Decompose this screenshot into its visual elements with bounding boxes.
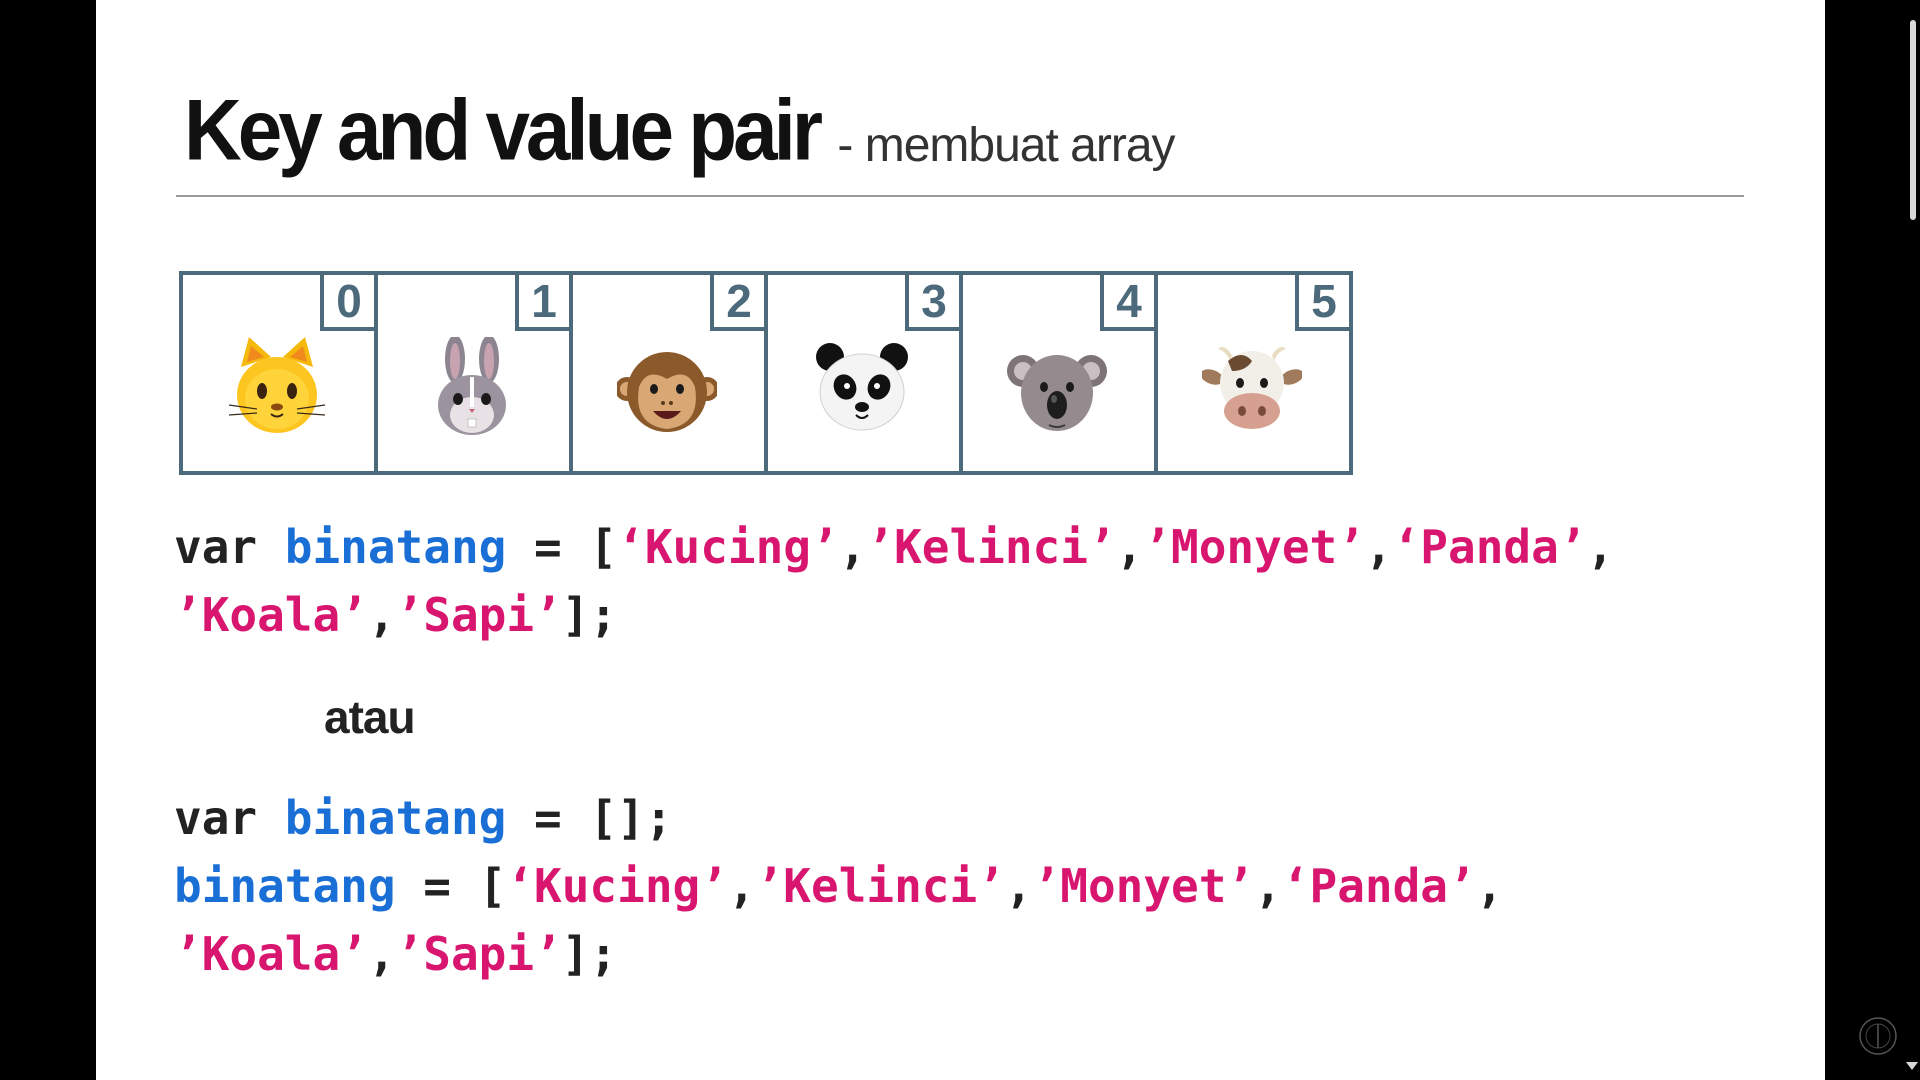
array-diagram: 0 1 2 3 4 5 — [179, 271, 1373, 475]
code-comma: , — [1115, 520, 1144, 574]
code-operator: = []; — [506, 791, 673, 845]
code-identifier: binatang — [174, 859, 396, 913]
cow-face-icon — [1202, 347, 1302, 429]
code-line: ’Koala’,’Sapi’]; — [174, 927, 617, 981]
code-string: ‘Panda’ — [1281, 859, 1476, 913]
code-comma: , — [1475, 859, 1504, 913]
code-comma: , — [1254, 859, 1282, 913]
array-cell: 5 — [1154, 271, 1353, 475]
monkey-face-icon — [617, 352, 717, 432]
code-identifier: binatang — [284, 520, 507, 574]
code-comma: , — [367, 588, 396, 642]
array-cell: 4 — [959, 271, 1158, 475]
code-comma: , — [1364, 520, 1393, 574]
title-divider — [176, 195, 1744, 197]
code-string: ’Sapi’ — [395, 927, 562, 981]
separator-text: atau — [324, 691, 416, 743]
rabbit-face-icon — [438, 337, 506, 435]
letterbox-left — [0, 0, 96, 1080]
code-identifier: binatang — [284, 791, 507, 845]
code-keyword: var — [174, 520, 285, 574]
code-string: ‘Kucing’ — [617, 520, 839, 574]
array-index: 4 — [1100, 275, 1154, 331]
code-line: binatang = [‘Kucing’,’Kelinci’,’Monyet’,… — [174, 859, 1503, 913]
code-comma: , — [1004, 859, 1033, 913]
code-line: var binatang = [‘Kucing’,’Kelinci’,’Mony… — [174, 520, 1614, 574]
code-terminator: ]; — [561, 927, 618, 981]
code-string: ’Monyet’ — [1143, 520, 1365, 574]
code-comma: , — [727, 859, 756, 913]
array-cell: 1 — [374, 271, 573, 475]
array-index: 0 — [320, 275, 374, 331]
presentation-slide: Key and value pair - membuat array 0 1 2… — [96, 0, 1825, 1080]
code-keyword: var — [174, 791, 285, 845]
code-string: ‘Panda’ — [1392, 520, 1587, 574]
koala-face-icon — [1007, 355, 1107, 431]
code-string: ’Kelinci’ — [755, 859, 1005, 913]
code-string: ’Monyet’ — [1032, 859, 1255, 913]
code-operator: = [ — [506, 520, 618, 574]
code-comma: , — [367, 927, 396, 981]
array-cell: 3 — [764, 271, 963, 475]
cat-face-icon — [228, 337, 326, 433]
code-string: ‘Kucing’ — [506, 859, 728, 913]
code-string: ’Sapi’ — [395, 588, 562, 642]
array-cell: 2 — [569, 271, 768, 475]
scroll-down-arrow-icon[interactable] — [1906, 1062, 1918, 1070]
letterbox-right — [1825, 0, 1920, 1080]
array-cell: 0 — [179, 271, 378, 475]
code-comma: , — [1586, 520, 1615, 574]
panda-face-icon — [816, 343, 908, 431]
code-line: ’Koala’,’Sapi’]; — [174, 588, 617, 642]
scrollbar-thumb[interactable] — [1910, 20, 1916, 220]
code-string: ’Koala’ — [174, 927, 368, 981]
slide-header: Key and value pair - membuat array — [184, 82, 1176, 188]
array-index: 5 — [1295, 275, 1349, 331]
code-line: var binatang = []; — [174, 791, 673, 845]
code-comma: , — [838, 520, 867, 574]
array-index: 2 — [710, 275, 764, 331]
code-operator: = [ — [395, 859, 507, 913]
slide-title: Key and value pair — [184, 81, 823, 178]
code-string: ’Kelinci’ — [866, 520, 1116, 574]
channel-logo-icon — [1859, 1017, 1897, 1055]
code-terminator: ]; — [561, 588, 618, 642]
slide-subtitle: - membuat array — [837, 119, 1175, 172]
code-string: ’Koala’ — [174, 588, 368, 642]
array-index: 1 — [515, 275, 569, 331]
array-index: 3 — [905, 275, 959, 331]
